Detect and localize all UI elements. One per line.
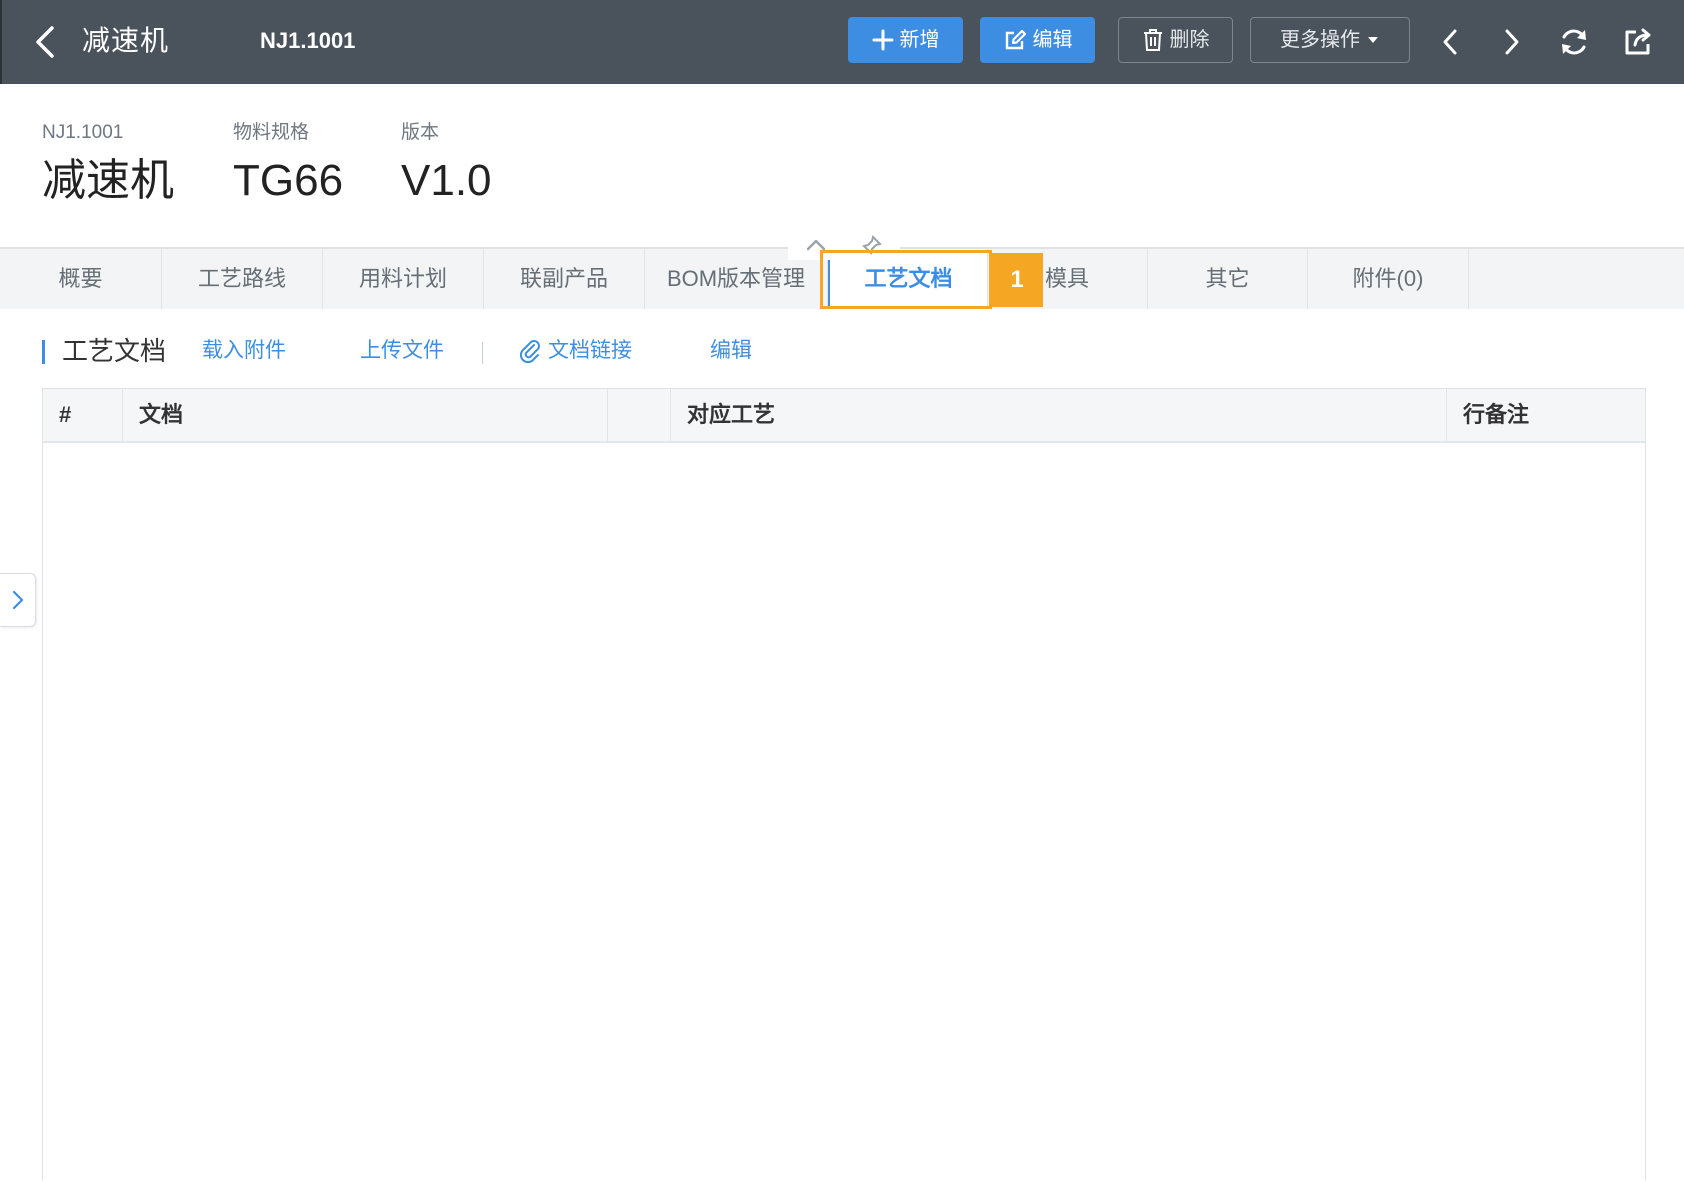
top-toolbar: 减速机 NJ1.1001 新增 编辑 删除 更多操作 (0, 0, 1684, 84)
collapse-up-icon[interactable] (805, 237, 827, 253)
table-header: # 文档 对应工艺 行备注 (43, 389, 1645, 443)
tab-overview[interactable]: 概要 (0, 249, 162, 309)
share-button[interactable] (1616, 20, 1660, 64)
pin-icon[interactable] (861, 234, 883, 256)
field-label: 版本 (401, 122, 440, 143)
field-value: 减速机 (42, 156, 174, 205)
trash-icon (1143, 29, 1162, 51)
column-header-blank[interactable] (608, 389, 671, 441)
header-collapse-handle (788, 230, 900, 260)
doc-link-label: 文档链接 (548, 339, 632, 362)
delete-button[interactable]: 删除 (1118, 17, 1233, 63)
side-panel-expand-button[interactable] (0, 573, 36, 627)
upload-file-button[interactable]: 上传文件 (360, 334, 444, 368)
column-header-process[interactable]: 对应工艺 (671, 389, 1447, 441)
add-button[interactable]: 新增 (848, 17, 963, 63)
edit-documents-label: 编辑 (710, 339, 752, 362)
section-marker (42, 340, 45, 364)
next-record-button[interactable] (1490, 20, 1534, 64)
refresh-button[interactable] (1552, 20, 1596, 64)
table-body (43, 443, 1645, 1182)
upload-file-label: 上传文件 (360, 339, 444, 362)
chevron-right-icon (1505, 29, 1519, 55)
tab-attachments[interactable]: 附件(0) (1308, 249, 1469, 309)
header-field-spec: 物料规格 TG66 (233, 118, 343, 210)
tab-process-route[interactable]: 工艺路线 (162, 249, 323, 309)
divider (482, 342, 483, 364)
paperclip-icon (519, 340, 540, 364)
step-badge: 1 (991, 253, 1043, 307)
caret-down-icon (1368, 37, 1378, 43)
delete-button-label: 删除 (1169, 29, 1210, 51)
share-icon (1625, 28, 1651, 55)
column-header-index[interactable]: # (43, 389, 123, 441)
doc-link-button[interactable]: 文档链接 (518, 334, 632, 368)
record-code: NJ1.1001 (260, 28, 356, 53)
plus-icon (872, 29, 893, 51)
back-button[interactable] (28, 20, 64, 64)
app-title: 减速机 (82, 25, 170, 56)
section-title: 工艺文档 (62, 336, 167, 366)
more-actions-dropdown[interactable]: 更多操作 (1250, 17, 1410, 63)
load-attachment-label: 载入附件 (202, 339, 286, 362)
chevron-left-icon (36, 26, 54, 58)
field-value: V1.0 (401, 156, 492, 205)
refresh-icon (1562, 29, 1586, 55)
tab-other[interactable]: 其它 (1148, 249, 1308, 309)
chevron-left-icon (1443, 29, 1457, 55)
chevron-right-icon (12, 590, 23, 610)
column-header-document[interactable]: 文档 (123, 389, 608, 441)
edit-documents-button[interactable]: 编辑 (710, 334, 752, 368)
header-field-code: NJ1.1001 减速机 (42, 118, 174, 210)
tab-coproducts[interactable]: 联副产品 (484, 249, 645, 309)
add-button-label: 新增 (899, 29, 940, 51)
field-label: 物料规格 (233, 122, 310, 143)
edit-icon (1005, 29, 1026, 50)
documents-table: # 文档 对应工艺 行备注 (42, 388, 1646, 1181)
section-toolbar: 工艺文档 载入附件 上传文件 文档链接 编辑 (42, 332, 1342, 370)
edit-button[interactable]: 编辑 (980, 17, 1095, 63)
edit-button-label: 编辑 (1032, 29, 1073, 51)
previous-record-button[interactable] (1428, 20, 1472, 64)
tab-material-plan[interactable]: 用料计划 (323, 249, 484, 309)
more-actions-label: 更多操作 (1280, 29, 1360, 51)
column-header-row-note[interactable]: 行备注 (1447, 389, 1645, 441)
load-attachment-button[interactable]: 载入附件 (202, 334, 286, 368)
header-field-version: 版本 V1.0 (401, 118, 492, 210)
field-value: TG66 (233, 156, 344, 205)
field-label: NJ1.1001 (42, 122, 124, 143)
